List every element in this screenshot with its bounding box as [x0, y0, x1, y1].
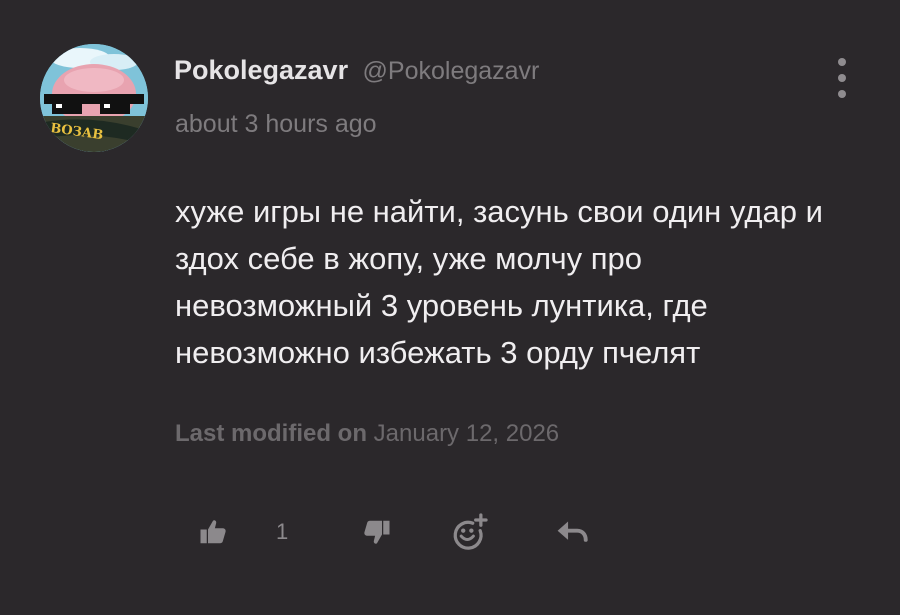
author-handle[interactable]: @Pokolegazavr — [363, 57, 540, 85]
dot — [838, 90, 846, 98]
timestamp: about 3 hours ago — [175, 110, 377, 138]
like-button[interactable] — [198, 510, 228, 554]
avatar[interactable]: ВОЗАВ — [40, 44, 148, 152]
author-display-name[interactable]: Pokolegazavr — [174, 55, 348, 85]
more-options-icon[interactable] — [832, 58, 852, 98]
reply-icon — [557, 521, 588, 542]
dot — [838, 74, 846, 82]
comment-card: ВОЗАВ Pokolegazavr @Pokolegazavr about 3… — [0, 0, 900, 615]
thumbs-down-icon — [364, 520, 390, 544]
last-modified-date: January 12, 2026 — [373, 420, 560, 447]
last-modified: Last modified on January 12, 2026 — [175, 420, 559, 448]
add-reaction-button[interactable] — [451, 510, 489, 554]
add-reaction-icon — [453, 513, 488, 550]
author-line: Pokolegazavr @Pokolegazavr — [174, 55, 539, 86]
reply-button[interactable] — [555, 510, 589, 554]
thumbs-up-icon — [200, 520, 226, 544]
like-count: 1 — [276, 519, 289, 544]
avatar-image: ВОЗАВ — [40, 44, 148, 152]
dot — [838, 58, 846, 66]
action-bar — [0, 510, 900, 560]
comment-body: хуже игры не найти, засунь свои один уда… — [175, 194, 823, 370]
last-modified-label: Last modified on — [175, 420, 367, 447]
dislike-button[interactable] — [362, 510, 392, 554]
